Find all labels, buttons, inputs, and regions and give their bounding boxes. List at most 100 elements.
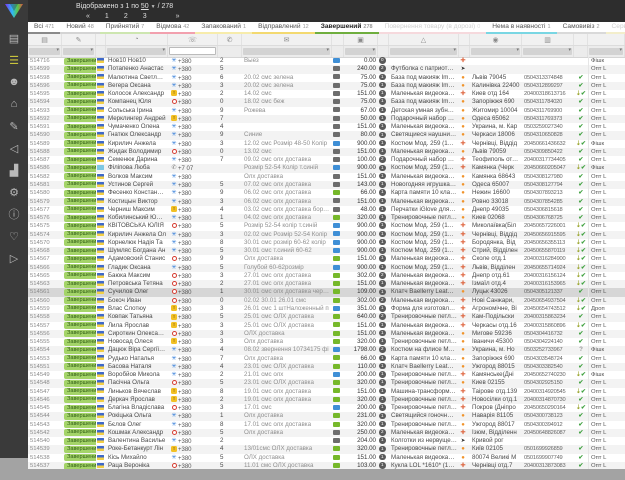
page-button[interactable]: 3 (143, 13, 148, 20)
filter-dropdown-city[interactable] (471, 48, 520, 55)
filter-dropdown-id[interactable] (29, 48, 60, 55)
table-row[interactable]: 514548 Завершений Пасічна Ольга +380 5 2… (28, 379, 625, 387)
table-row[interactable]: 514553 Завершений Рудько Наталья ✳+380 7… (28, 355, 625, 363)
table-row[interactable]: 514593 Завершений Сольська Ірина ✳+380 9… (28, 107, 625, 115)
filter-dropdown-ttn[interactable] (523, 48, 572, 55)
table-row[interactable]: 514566 Завершений Гладик Оксана ✳+380 5 … (28, 264, 625, 272)
last-page-icon[interactable]: » (176, 13, 181, 20)
filter-dropdown-status[interactable] (63, 48, 94, 55)
table-row[interactable]: 514596 Завершений Вегера Оксана ✳+380 3 … (28, 82, 625, 90)
tab-Всі[interactable]: Всі471 (28, 22, 60, 34)
table-row[interactable]: 514581 Завершений Устинов Сергей ✳+380 5… (28, 181, 625, 189)
column-header-status[interactable]: ✎ (62, 34, 96, 45)
table-row[interactable]: 514595 Завершений Колосок Александр т+38… (28, 90, 625, 98)
table-row[interactable]: 514567 Завершений Адамовский Станис +380… (28, 255, 625, 263)
table-row[interactable]: 514575 Завершений КВІТОВСЬКА ЮЛІЯ +380 5… (28, 222, 625, 230)
tab-Запакований[interactable]: Запакований1 (195, 22, 252, 34)
tab-Відправлений[interactable]: Відправлений12 (252, 22, 315, 34)
table-row[interactable]: 514716 Завершений Нов10 Нов10 ✳+380 2 Вы… (28, 57, 625, 65)
table-row[interactable]: 514592 Завершений Мерклингер Андрей т+38… (28, 115, 625, 123)
table-row[interactable]: 514539 Завершений Роке-Бетанкурт Лін т+3… (28, 445, 625, 453)
sidebar-item-products-icon[interactable]: ✎ (0, 115, 28, 137)
table-row[interactable]: 514545 Завершений Благіна Владіслава +38… (28, 404, 625, 412)
column-header-source[interactable] (588, 34, 625, 45)
tab-Завершений[interactable]: Завершений278 (315, 22, 379, 34)
sidebar-item-info-icon[interactable]: ⓘ (0, 203, 28, 225)
column-header-carrier[interactable] (459, 34, 470, 45)
sidebar-item-settings-icon[interactable]: ⚙ (0, 181, 28, 203)
page-button[interactable]: 1 (105, 13, 110, 20)
column-header-id[interactable]: ▤ (28, 34, 62, 45)
table-row[interactable]: 514594 Завершений Компанец Юля +380 0 18… (28, 98, 625, 106)
tab-Самовивіз[interactable]: Самовивіз2 (557, 22, 606, 34)
table-row[interactable]: 514547 Завершений Линьков Вячеслав т+380… (28, 388, 625, 396)
filter-dropdown-price[interactable] (345, 48, 376, 55)
table-row[interactable]: 514540 Завершений Валентина Василье ✳+38… (28, 437, 625, 445)
table-row[interactable]: 514582 Завершений Волков Максим ✳+380 Ол… (28, 173, 625, 181)
tab-Нема в наявності[interactable]: Нема в наявності1 (486, 22, 556, 34)
table-row[interactable]: 514589 Завершений Кирилич Анжела ✳+380 3… (28, 140, 625, 148)
sidebar-item-marketing-icon[interactable]: ◁ (0, 137, 28, 159)
column-header-check[interactable] (574, 34, 588, 45)
column-header-flag[interactable] (96, 34, 106, 45)
column-header-qty[interactable]: ✆ (218, 34, 242, 45)
column-header-product[interactable]: △ (389, 34, 459, 45)
table-row[interactable]: 514568 Завершений Шумляс Богдана Ан ✳+38… (28, 247, 625, 255)
table-row[interactable]: 514551 Завершений Басова Наталя ✳+380 4 … (28, 363, 625, 371)
table-row[interactable]: 514576 Завершений Кобилинський Юрий ✳+38… (28, 214, 625, 222)
table-row[interactable]: 514570 Завершений Корнелюк Надія Та ✳+38… (28, 239, 625, 247)
tab-Повернення товару (в дорозі)[interactable]: Повернення товару (в дорозі)0 (379, 22, 487, 34)
table-row[interactable]: 514556 Завершений Сироткин Олександр +38… (28, 330, 625, 338)
table-row[interactable]: 514560 Завершений Бокоч Иван +380 0 02.0… (28, 297, 625, 305)
table-row[interactable]: 514554 Завершений Дацюк Віра Сергіївна ✳… (28, 346, 625, 354)
tab-Відмова[interactable]: Відмова42 (150, 22, 195, 34)
table-row[interactable]: 514574 Завершений Кирилич Анжела Ол ✳+38… (28, 231, 625, 239)
table-row[interactable]: 514565 Завершений Баюка Максим +380 3 27… (28, 272, 625, 280)
table-row[interactable]: 514591 Завершений Чумаченко Олена ✳+380 … (28, 123, 625, 131)
table-row[interactable]: 514555 Завершений Новосад Олеся т+380 3 … (28, 338, 625, 346)
chevron-down-icon[interactable]: ▼ (151, 4, 156, 10)
filter-dropdown-source[interactable] (589, 48, 623, 55)
table-row[interactable]: 514546 Завершений Деркач Ярослав т+380 2… (28, 396, 625, 404)
sidebar-item-security-icon[interactable]: ♡ (0, 225, 28, 247)
column-header-price[interactable]: ▣ (344, 34, 378, 45)
column-header-comment[interactable]: ✉ (242, 34, 332, 45)
table-row[interactable]: 514563 Завершений Петровська Тетяна +380… (28, 280, 625, 288)
table-row[interactable]: 514558 Завершений Ковпак Татьяна т+380 5… (28, 313, 625, 321)
table-row[interactable]: 514549 Завершений Воробйов Микола ✳+380 … (28, 371, 625, 379)
table-row[interactable]: 514543 Завершений Бєлов Олег ✳+380 8 17.… (28, 421, 625, 429)
table-row[interactable]: 514559 Завершений Влас Слотюу т+380 3 26… (28, 305, 625, 313)
table-row[interactable]: 514537 Завершений Раца Вероніка +380 5 1… (28, 462, 625, 469)
table-row[interactable]: 514544 Завершений Рокіцька Ольга ✳+380 1… (28, 412, 625, 420)
filter-dropdown-product[interactable] (390, 48, 457, 55)
column-header-city[interactable]: ◉ (470, 34, 522, 45)
sidebar-item-dashboard-icon[interactable]: ▤ (0, 27, 28, 49)
table-row[interactable]: 514587 Завершений Семенюк Дарина ✳+380 7… (28, 156, 625, 164)
filter-dropdown-comment[interactable] (243, 48, 330, 55)
table-row[interactable]: 514538 Завершений Кісь Михайло ✳+380 5 О… (28, 454, 625, 462)
table-row[interactable]: 514542 Завершений Кошмак Александр +380 … (28, 429, 625, 437)
filter-dropdown-name[interactable] (107, 48, 166, 55)
tab-Сервіси[interactable]: Сервіси0 (606, 22, 625, 34)
table-row[interactable]: 514588 Завершений Жидак Володимир +380 0… (28, 148, 625, 156)
page-button[interactable]: 2 (124, 13, 129, 20)
sidebar-item-clients-icon[interactable]: ☻ (0, 71, 28, 93)
per-page-dropdown[interactable]: 50 (141, 3, 149, 10)
tab-Прийнятий[interactable]: Прийнятий7 (100, 22, 150, 34)
table-row[interactable]: 514580 Завершений Фесенко Константин ✳+3… (28, 189, 625, 197)
column-header-name[interactable]: ◔ (106, 34, 168, 45)
column-header-ttn[interactable]: ▥ (522, 34, 574, 45)
filter-input-phone[interactable] (169, 47, 216, 55)
table-row[interactable]: 514598 Завершений Малютина Светлана ✳+38… (28, 74, 625, 82)
table-row[interactable]: 514561 Завершений Сучилов Олег +380 1 30… (28, 288, 625, 296)
table-row[interactable]: 514586 Завершений Філіпова Люба ✆+7 07 Р… (28, 164, 625, 172)
table-row[interactable]: 514557 Завершений Лила Ярослав т+380 3 2… (28, 322, 625, 330)
table-row[interactable]: 514579 Завершений Костицын Виктор ✳+380 … (28, 198, 625, 206)
table-row[interactable]: 514599 Завершений Потапенко Анастас ✳+38… (28, 65, 625, 73)
column-header-pcount[interactable] (378, 34, 389, 45)
table-row[interactable]: 514590 Завершений Гнатюк Олександр ✳+380… (28, 131, 625, 139)
sidebar-item-video-icon[interactable]: ▷ (0, 247, 28, 269)
sidebar-item-stats-icon[interactable]: ▟ (0, 159, 28, 181)
column-header-pay[interactable] (332, 34, 344, 45)
tab-Новий[interactable]: Новий48 (60, 22, 99, 34)
